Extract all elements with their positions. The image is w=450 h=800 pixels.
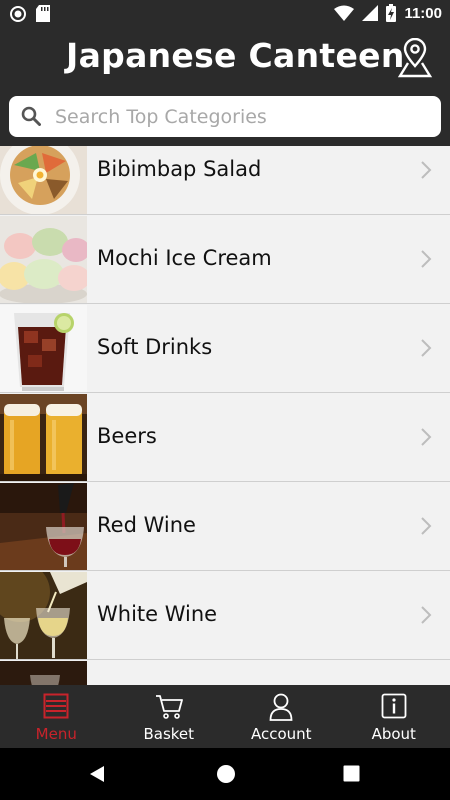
bottom-nav: Menu Basket Account About (0, 685, 450, 748)
category-label: Bibimbap Salad (97, 157, 262, 181)
nav-label: Menu (35, 725, 77, 743)
status-time: 11:00 (404, 4, 442, 22)
record-status-icon (10, 5, 26, 22)
beers-thumbnail (0, 394, 87, 481)
category-row-partial[interactable] (0, 661, 450, 685)
chevron-right-icon (421, 339, 432, 357)
nav-basket[interactable]: Basket (113, 685, 226, 748)
search-input[interactable] (53, 102, 427, 132)
category-row-white-wine[interactable]: White Wine (0, 572, 450, 660)
category-label: Soft Drinks (97, 335, 213, 359)
map-pin-icon (397, 37, 433, 78)
system-nav-bar (0, 748, 450, 800)
category-label: Mochi Ice Cream (97, 246, 272, 270)
sd-card-icon (36, 5, 50, 22)
wine-thumbnail (0, 661, 87, 685)
search-box[interactable] (9, 96, 441, 137)
chevron-right-icon (421, 161, 432, 179)
nav-about[interactable]: About (338, 685, 450, 748)
app-header: Japanese Canteen (0, 28, 450, 88)
info-icon (381, 693, 407, 719)
chevron-right-icon (421, 428, 432, 446)
wifi-icon (334, 5, 355, 21)
nav-label: Account (250, 725, 312, 743)
nav-menu[interactable]: Menu (0, 685, 113, 748)
search-icon (21, 106, 41, 126)
category-label: White Wine (97, 602, 218, 626)
category-list[interactable]: Bibimbap Salad Mochi Ice Cream Soft Drin… (0, 146, 450, 685)
category-row-red-wine[interactable]: Red Wine (0, 483, 450, 571)
bibimbap-salad-thumbnail (0, 146, 87, 214)
category-row-mochi-ice-cream[interactable]: Mochi Ice Cream (0, 216, 450, 304)
category-label: Red Wine (97, 513, 196, 537)
cell-signal-icon (362, 5, 379, 21)
store-location-button[interactable] (396, 37, 434, 78)
white-wine-thumbnail (0, 572, 87, 659)
red-wine-thumbnail (0, 483, 87, 570)
chevron-right-icon (421, 250, 432, 268)
back-icon[interactable] (89, 765, 105, 783)
recents-icon[interactable] (343, 765, 360, 782)
nav-label: Basket (143, 725, 195, 743)
category-row-bibimbap-salad[interactable]: Bibimbap Salad (0, 146, 450, 215)
soft-drinks-thumbnail (0, 305, 87, 392)
battery-charging-icon (386, 4, 397, 22)
person-icon (269, 693, 293, 721)
category-row-soft-drinks[interactable]: Soft Drinks (0, 305, 450, 393)
nav-label: About (371, 725, 416, 743)
chevron-right-icon (421, 517, 432, 535)
category-row-beers[interactable]: Beers (0, 394, 450, 482)
status-bar: 11:00 (0, 0, 450, 28)
menu-list-icon (43, 693, 69, 719)
nav-account[interactable]: Account (225, 685, 338, 748)
cart-icon (155, 695, 183, 719)
app-title: Japanese Canteen (66, 36, 405, 75)
category-label: Beers (97, 424, 157, 448)
home-icon[interactable] (216, 764, 236, 784)
chevron-right-icon (421, 606, 432, 624)
mochi-ice-cream-thumbnail (0, 216, 87, 303)
